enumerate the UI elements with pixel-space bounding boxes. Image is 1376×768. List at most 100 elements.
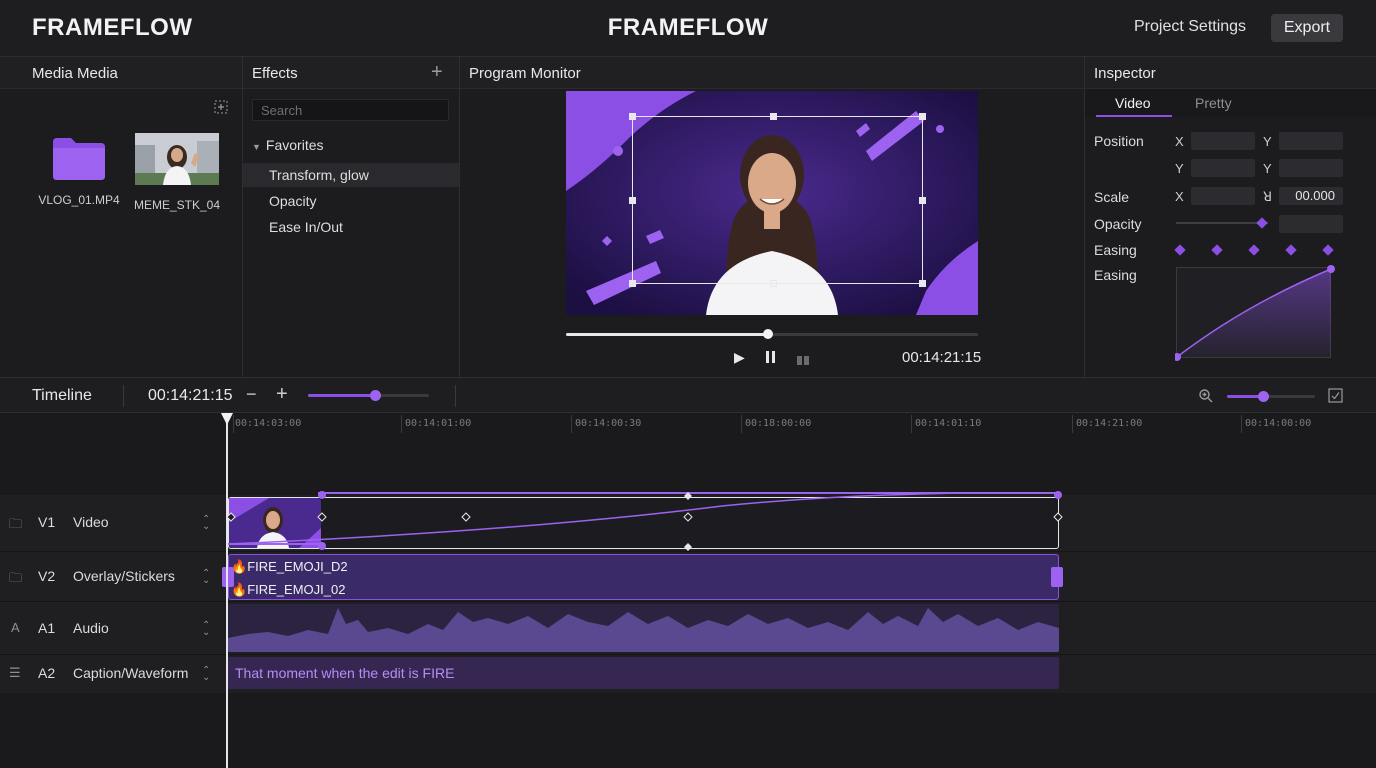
transform-handle[interactable] [629, 113, 636, 120]
track-height-handle[interactable] [1258, 391, 1269, 402]
track-name: Video [73, 514, 109, 530]
track-height-slider[interactable] [1227, 391, 1315, 402]
timeline-timecode: 00:14:21:15 [148, 387, 233, 404]
effect-item-transform[interactable]: Transform, glow [243, 163, 459, 187]
monitor-title: Program Monitor [469, 65, 581, 82]
ruler-label: 00:18:00:00 [745, 418, 812, 429]
transform-handle[interactable] [770, 113, 777, 120]
project-settings-button[interactable]: Project Settings [1134, 18, 1246, 36]
easing-label: Easing [1094, 242, 1137, 258]
favorites-label: Favorites [265, 137, 324, 153]
axis-label: X [1175, 134, 1184, 149]
transform-handle[interactable] [919, 280, 926, 287]
opacity-field[interactable] [1279, 215, 1343, 233]
inspector-panel: Inspector Video Pretty Position X Y Y Y … [1085, 57, 1376, 377]
position-y3-field[interactable] [1279, 159, 1343, 177]
position-y2-field[interactable] [1191, 159, 1255, 177]
app-logo: FRAMEFLOW [32, 14, 193, 41]
import-icon[interactable] [214, 100, 228, 114]
effects-search-input[interactable]: Search [252, 99, 449, 121]
track-id: V1 [38, 514, 56, 530]
opacity-slider[interactable] [1176, 217, 1268, 229]
audio-clip[interactable] [228, 604, 1059, 652]
transform-handle[interactable] [629, 197, 636, 204]
effect-item-opacity[interactable]: Opacity [243, 189, 459, 213]
track-v1: 🗀 V1 Video ⌃ ⌄ [0, 491, 1376, 552]
clip-trim-handle-right[interactable] [1051, 567, 1063, 587]
scale-x-field[interactable] [1191, 187, 1255, 205]
keyframe-icon[interactable] [1285, 244, 1297, 256]
keyframe-icon[interactable] [1322, 244, 1334, 256]
scrubber-handle[interactable] [762, 329, 773, 339]
transform-handle[interactable] [919, 113, 926, 120]
expand-toggle-icon[interactable]: ⌃ ⌄ [202, 621, 210, 638]
audio-waveform [228, 608, 1059, 652]
expand-toggle-icon[interactable]: ⌃ ⌄ [202, 666, 210, 683]
transform-handle[interactable] [919, 197, 926, 204]
zoom-slider-handle[interactable] [369, 390, 381, 401]
timeline-playhead[interactable] [226, 413, 228, 768]
track-v2: 🗀 V2 Overlay/Stickers ⌃ ⌄ 🔥FIRE_EMOJI_D2 … [0, 552, 1376, 602]
transform-bounding-box[interactable] [632, 116, 923, 284]
pause-icon[interactable] [766, 350, 775, 368]
sticker-clip[interactable]: 🔥FIRE_EMOJI_D2 🔥FIRE_EMOJI_02 [222, 554, 1063, 600]
timeline-ruler[interactable]: 00:14:03:00 00:14:01:00 00:14:00:30 00:1… [0, 413, 1376, 495]
tab-video[interactable]: Video [1115, 95, 1151, 111]
keyframe-icon[interactable] [1248, 244, 1260, 256]
timeline-toolbar: Timeline 00:14:21:15 − + [0, 377, 1376, 413]
easing-curve-label: Easing [1094, 267, 1137, 283]
scale-label: Scale [1094, 189, 1130, 205]
caption-clip[interactable]: That moment when the edit is FIRE [228, 657, 1059, 689]
position-x-field[interactable] [1191, 132, 1255, 150]
track-name: Caption/Waveform [73, 665, 189, 681]
transform-handle[interactable] [770, 280, 777, 287]
caption-lines-icon[interactable]: ☰ [9, 665, 21, 681]
playhead-handle-icon[interactable] [221, 413, 233, 425]
magnifier-icon[interactable] [1198, 388, 1214, 404]
zoom-in-button[interactable]: + [276, 383, 288, 406]
keyframe-icon[interactable] [1174, 244, 1186, 256]
video-preview[interactable] [566, 91, 978, 315]
step-icon[interactable] [797, 352, 809, 370]
folder-outline-icon[interactable]: 🗀 [9, 515, 22, 537]
track-a2: ☰ A2 Caption/Waveform ⌃ ⌄ That moment whe… [0, 655, 1376, 693]
keyframe-icon[interactable] [1211, 244, 1223, 256]
expand-toggle-icon[interactable]: ⌃ ⌄ [202, 515, 210, 532]
divider [123, 385, 124, 407]
ruler-tick [233, 415, 234, 433]
inspector-tabs: Video Pretty [1085, 89, 1376, 117]
ruler-tick [1072, 415, 1073, 433]
active-tab-indicator [1096, 115, 1172, 117]
monitor-scrubber[interactable] [566, 329, 978, 339]
opacity-slider-handle[interactable] [1256, 217, 1268, 229]
scale-value-field[interactable]: 00.000 [1279, 187, 1343, 205]
easing-curve-graph[interactable] [1175, 265, 1335, 361]
timeline-zoom-slider[interactable] [308, 390, 429, 401]
axis-label: ꓤ [1263, 189, 1273, 204]
media-item-folder[interactable]: VLOG_01.MP4 [30, 134, 128, 207]
clip-trim-handle-left[interactable] [222, 567, 234, 587]
tab-pretty[interactable]: Pretty [1195, 95, 1232, 111]
add-effect-icon[interactable]: + [431, 61, 443, 84]
axis-label: X [1175, 189, 1184, 204]
expand-toggle-icon[interactable]: ⌃ ⌄ [202, 569, 210, 586]
ruler-tick [571, 415, 572, 433]
effect-item-ease[interactable]: Ease In/Out [243, 215, 459, 239]
video-thumbnail [135, 133, 219, 185]
inspector-title: Inspector [1094, 65, 1156, 82]
export-button[interactable]: Export [1271, 14, 1343, 42]
position-y-field[interactable] [1279, 132, 1343, 150]
timeline-title: Timeline [32, 387, 92, 404]
favorites-group[interactable]: ▼ Favorites [252, 137, 324, 153]
audio-track-icon[interactable]: A [11, 620, 20, 635]
media-item-clip[interactable]: MEME_STK_04 [131, 133, 223, 212]
ruler-tick [741, 415, 742, 433]
track-header: 🗀 V1 Video ⌃ ⌄ [0, 495, 226, 551]
play-icon[interactable]: ▶ [734, 349, 745, 366]
snap-toggle-icon[interactable] [1328, 388, 1343, 403]
keyframe-curve-overlay[interactable] [222, 491, 1067, 553]
track-id: A1 [38, 620, 56, 636]
folder-outline-icon[interactable]: 🗀 [9, 569, 22, 591]
transform-handle[interactable] [629, 280, 636, 287]
zoom-out-button[interactable]: − [246, 384, 257, 405]
